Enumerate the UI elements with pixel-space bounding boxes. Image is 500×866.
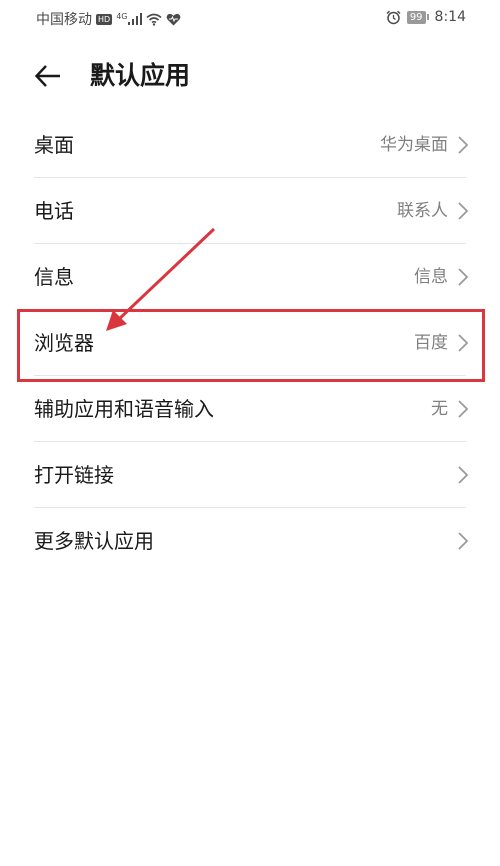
default-apps-list: 桌面 华为桌面 电话 联系人 信息 信息 浏览器 百度 辅助应用和语音输入 无 … [0,112,500,574]
screen: 中国移动 HD 4G 99 8:14 默认应用 桌面 华为桌面 电话 联系人 信… [0,0,500,866]
heart-icon [167,13,181,25]
list-item-label: 辅助应用和语音输入 [34,397,214,421]
list-item-value: 华为桌面 [380,135,448,155]
list-item-label: 桌面 [34,133,74,157]
arrow-left-icon [34,65,60,87]
wifi-icon [146,13,163,26]
list-item-value: 信息 [414,267,448,287]
hd-badge: HD [96,13,113,25]
carrier-name: 中国移动 [36,12,92,28]
list-item-label: 更多默认应用 [34,529,154,553]
status-right: 99 8:14 [386,9,466,25]
list-item-value: 联系人 [397,201,448,221]
battery-tip [426,14,429,20]
list-item-value: 百度 [414,333,448,353]
status-bar: 中国移动 HD 4G 99 8:14 [0,0,500,36]
list-item-browser[interactable]: 浏览器 百度 [0,310,500,376]
list-item-phone[interactable]: 电话 联系人 [0,178,500,244]
page-title: 默认应用 [90,61,191,90]
list-item-messages[interactable]: 信息 信息 [0,244,500,310]
clock-time: 8:14 [434,9,466,25]
battery-level: 99 [406,10,426,24]
list-item-desktop[interactable]: 桌面 华为桌面 [0,112,500,178]
chevron-right-icon [458,136,469,154]
list-item-open-links[interactable]: 打开链接 [0,442,500,508]
chevron-right-icon [458,334,469,352]
status-left: 中国移动 HD 4G [36,9,181,29]
chevron-right-icon [458,202,469,220]
list-item-more-default-apps[interactable]: 更多默认应用 [0,508,500,574]
list-item-value: 无 [431,399,448,419]
alarm-clock-icon [386,10,401,24]
list-item-label: 信息 [34,265,74,289]
back-button[interactable] [30,58,66,94]
chevron-right-icon [458,466,469,484]
chevron-right-icon [458,400,469,418]
chevron-right-icon [458,268,469,286]
list-item-assist-voice-input[interactable]: 辅助应用和语音输入 无 [0,376,500,442]
list-item-label: 打开链接 [34,463,114,487]
signal-icon: 4G [116,12,143,25]
header: 默认应用 [0,52,500,100]
list-item-label: 电话 [34,199,74,223]
network-type-label: 4G [116,12,128,21]
chevron-right-icon [458,532,469,550]
signal-bars-icon [128,13,143,25]
list-item-label: 浏览器 [34,331,94,355]
battery-indicator: 99 [406,10,429,24]
